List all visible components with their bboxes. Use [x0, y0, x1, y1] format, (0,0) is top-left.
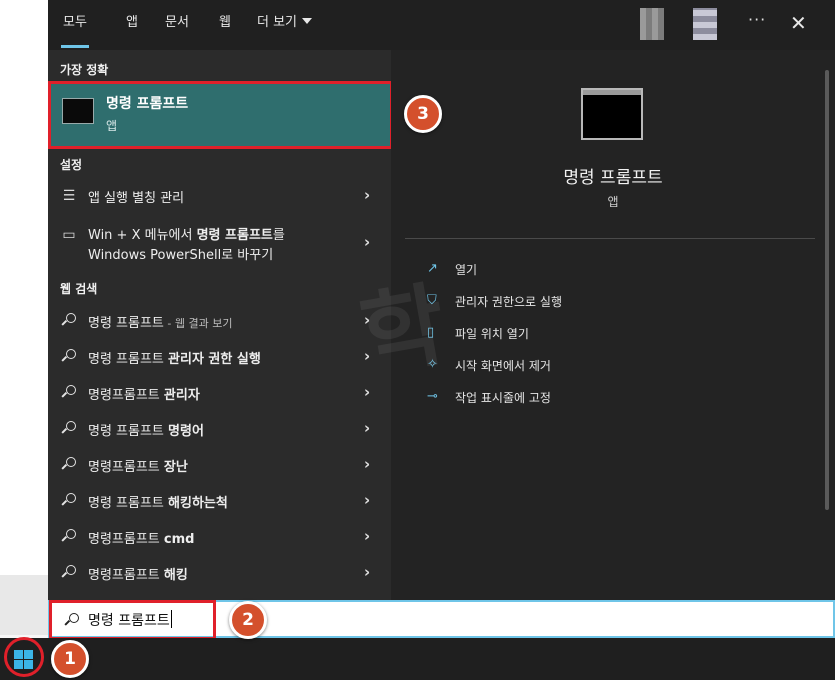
- profile-avatar-blurred[interactable]: [693, 8, 717, 40]
- results-list: 가장 정확 명령 프롬프트 앱 설정 ☰ 앱 실행 별칭 관리 › ▭ Win …: [48, 50, 393, 600]
- settings-item-text-a: Win + X 메뉴에서: [88, 228, 197, 243]
- settings-item-label: 앱 실행 별칭 관리: [88, 191, 185, 206]
- search-icon: [60, 457, 78, 473]
- section-web-search: 웹 검색: [60, 282, 98, 296]
- settings-item-text-c: 를: [272, 228, 285, 243]
- preview-subtitle: 앱: [607, 195, 619, 209]
- web-result-bold: cmd: [163, 532, 195, 547]
- settings-item-text-b: 명령 프롬프트: [196, 228, 273, 243]
- chevron-right-icon: ›: [364, 383, 371, 401]
- web-result-label: 명령 프롬프트 - 웹 결과 보기: [88, 312, 232, 331]
- tab-web[interactable]: 웹: [219, 14, 231, 36]
- web-result-text: 명령프롬프트: [88, 460, 164, 475]
- search-icon: [60, 529, 78, 545]
- web-result-label: 명령 프롬프트 명령어: [88, 420, 204, 439]
- tab-more[interactable]: 더 보기: [257, 14, 313, 36]
- web-result-row[interactable]: 명령프롬프트 cmd ›: [48, 520, 391, 554]
- web-result-label: 명령 프롬프트 관리자 권한 실행: [88, 348, 261, 367]
- web-result-row[interactable]: 명령 프롬프트 - 웹 결과 보기 ›: [48, 304, 391, 338]
- chevron-right-icon: ›: [364, 563, 371, 581]
- settings-item-app-alias[interactable]: ☰ 앱 실행 별칭 관리 ›: [48, 179, 391, 213]
- web-result-text: 명령 프롬프트: [88, 316, 164, 331]
- search-icon: [60, 565, 78, 581]
- tab-all[interactable]: 모두: [61, 14, 89, 48]
- web-result-row[interactable]: 명령 프롬프트 해킹하는척 ›: [48, 484, 391, 518]
- web-result-text: 명령 프롬프트: [88, 496, 169, 511]
- preview-divider: [405, 238, 815, 239]
- web-result-text: 명령프롬프트: [88, 568, 164, 583]
- chevron-right-icon: ›: [364, 527, 371, 545]
- settings-item-label-line1: Win + X 메뉴에서 명령 프롬프트를: [88, 224, 285, 243]
- close-icon[interactable]: ✕: [790, 10, 807, 36]
- web-result-sub: - 웹 결과 보기: [163, 317, 233, 330]
- caret-down-icon: [302, 18, 313, 24]
- highlight-box-best-match: [48, 81, 393, 149]
- command-prompt-large-icon: [581, 88, 643, 140]
- highlight-box-search: [49, 600, 216, 640]
- pin-icon: ⊸: [427, 389, 438, 404]
- scrollbar-thumb[interactable]: [825, 70, 829, 510]
- step-badge-3: 3: [404, 95, 442, 133]
- section-settings: 설정: [60, 158, 83, 172]
- list-settings-icon: ☰: [62, 188, 76, 204]
- desktop-window-edge: [0, 0, 48, 575]
- more-options-icon[interactable]: ···: [748, 10, 766, 29]
- web-result-bold: 명령어: [168, 424, 204, 439]
- search-icon: [60, 493, 78, 509]
- web-result-row[interactable]: 명령프롬프트 장난 ›: [48, 448, 391, 482]
- web-result-label: 명령프롬프트 해킹: [88, 564, 188, 583]
- web-result-row[interactable]: 명령프롬프트 관리자 ›: [48, 376, 391, 410]
- web-result-label: 명령 프롬프트 해킹하는척: [88, 492, 228, 511]
- web-result-text: 명령 프롬프트: [88, 424, 169, 439]
- preview-title: 명령 프롬프트: [563, 168, 663, 188]
- web-result-bold: 장난: [163, 460, 188, 475]
- chat-search-icon: [60, 349, 78, 365]
- web-result-row[interactable]: 명령 프롬프트 명령어 ›: [48, 412, 391, 446]
- step-badge-2: 2: [229, 601, 267, 639]
- web-result-bold: 관리자 권한 실행: [168, 352, 261, 367]
- monitor-icon: ▭: [62, 227, 76, 243]
- step-badge-1: 1: [51, 640, 89, 678]
- search-icon: [60, 385, 78, 401]
- chevron-right-icon: ›: [364, 455, 371, 473]
- web-result-text: 명령프롬프트: [88, 532, 164, 547]
- tab-apps[interactable]: 앱: [126, 14, 138, 36]
- web-result-label: 명령프롬프트 장난: [88, 456, 188, 475]
- web-result-bold: 관리자: [163, 388, 200, 403]
- taskbar: [0, 638, 835, 680]
- web-result-bold: 해킹하는척: [168, 496, 228, 511]
- web-result-row[interactable]: 명령 프롬프트 관리자 권한 실행 ›: [48, 340, 391, 374]
- chevron-right-icon: ›: [364, 419, 371, 437]
- highlight-circle-start: [4, 637, 44, 677]
- web-result-bold: 해킹: [163, 568, 188, 583]
- settings-item-winx-menu[interactable]: ▭ Win + X 메뉴에서 명령 프롬프트를 Windows PowerShe…: [48, 218, 391, 266]
- search-icon: [60, 421, 78, 437]
- search-panel: 모두 앱 문서 웹 더 보기 ··· ✕ 가장 정확 명령 프롬프트 앱 설정 …: [48, 0, 835, 600]
- tab-documents[interactable]: 문서: [165, 14, 189, 36]
- tab-more-label: 더 보기: [257, 15, 298, 30]
- web-result-row[interactable]: 명령프롬프트 해킹 ›: [48, 556, 391, 590]
- screen: 모두 앱 문서 웹 더 보기 ··· ✕ 가장 정확 명령 프롬프트 앱 설정 …: [0, 0, 835, 680]
- action-label: 작업 표시줄에 고정: [455, 391, 551, 405]
- web-result-text: 명령프롬프트: [88, 388, 164, 403]
- chevron-right-icon: ›: [364, 233, 371, 251]
- web-result-label: 명령프롬프트 cmd: [88, 528, 194, 547]
- chevron-right-icon: ›: [364, 491, 371, 509]
- search-top-bar: 모두 앱 문서 웹 더 보기 ··· ✕: [48, 0, 835, 50]
- web-result-text: 명령 프롬프트: [88, 352, 169, 367]
- search-icon: [60, 313, 78, 329]
- web-result-label: 명령프롬프트 관리자: [88, 384, 200, 403]
- settings-item-label-line2: Windows PowerShell로 바꾸기: [88, 248, 274, 263]
- account-avatar-blurred[interactable]: [640, 8, 664, 40]
- action-pin-taskbar[interactable]: ⊸ 작업 표시줄에 고정: [427, 388, 627, 410]
- desktop-window-edge-gray: [0, 575, 48, 635]
- chevron-right-icon: ›: [364, 186, 371, 204]
- section-best-match: 가장 정확: [60, 63, 109, 77]
